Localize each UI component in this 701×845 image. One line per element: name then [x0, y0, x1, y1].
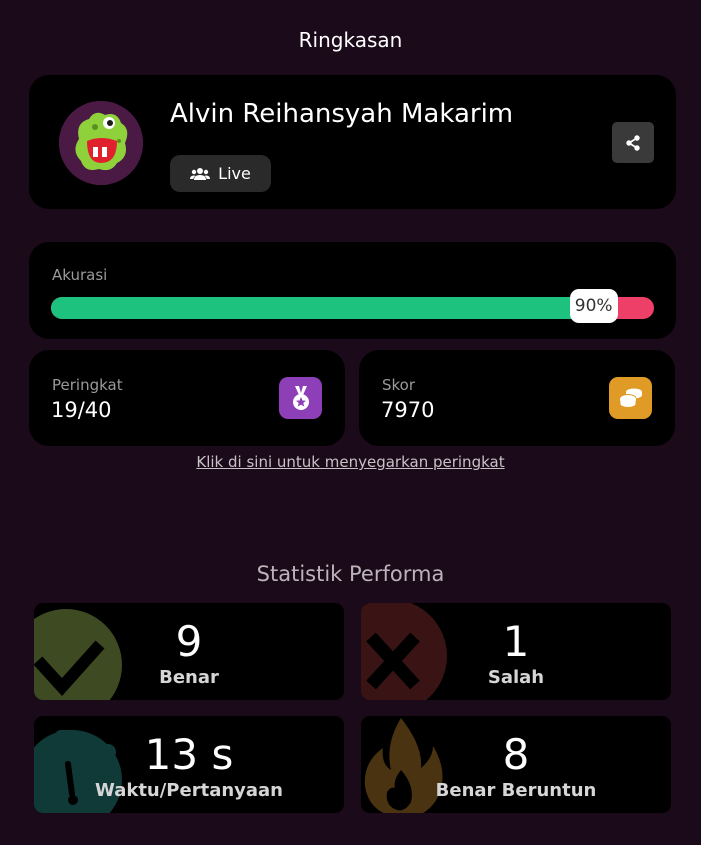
users-icon [190, 167, 211, 180]
score-label: Skor [382, 376, 416, 394]
time-value: 13 s [144, 730, 234, 779]
rank-card: Peringkat 19/40 [29, 350, 345, 446]
score-card: Skor 7970 [359, 350, 675, 446]
accuracy-card: Akurasi 90% [29, 242, 676, 339]
accuracy-bar: 90% [51, 289, 654, 323]
live-mode-badge: Live [170, 155, 271, 192]
rank-label: Peringkat [52, 376, 123, 394]
accuracy-bar-fill [51, 297, 594, 319]
performance-title: Statistik Performa [256, 562, 445, 586]
correct-label: Benar [159, 667, 219, 688]
accuracy-label: Akurasi [52, 266, 108, 284]
medal-icon [279, 377, 322, 419]
monster-avatar-icon [59, 101, 143, 185]
time-label: Waktu/Pertanyaan [94, 780, 283, 801]
correct-value: 9 [175, 617, 203, 666]
page-title: Ringkasan [298, 28, 403, 52]
streak-value: 8 [502, 730, 530, 779]
coins-icon [609, 377, 652, 419]
wrong-value: 1 [502, 617, 530, 666]
streak-stat-card: 8 Benar Beruntun [361, 716, 671, 813]
correct-stat-card: 9 Benar [34, 603, 344, 700]
refresh-rank-link[interactable]: Klik di sini untuk menyegarkan peringkat [0, 453, 701, 471]
share-button[interactable] [612, 122, 654, 163]
streak-label: Benar Beruntun [435, 780, 597, 801]
accuracy-percent-badge: 90% [569, 289, 618, 323]
rank-value: 19/40 [51, 398, 112, 422]
share-icon [626, 134, 640, 151]
live-mode-label: Live [218, 164, 251, 183]
player-name: Alvin Reihansyah Makarim [170, 99, 514, 129]
avatar [59, 101, 143, 185]
score-value: 7970 [381, 398, 435, 422]
time-stat-card: 13 s Waktu/Pertanyaan [34, 716, 344, 813]
wrong-stat-card: 1 Salah [361, 603, 671, 700]
wrong-label: Salah [487, 667, 545, 688]
profile-card: Alvin Reihansyah Makarim Live [29, 75, 676, 209]
